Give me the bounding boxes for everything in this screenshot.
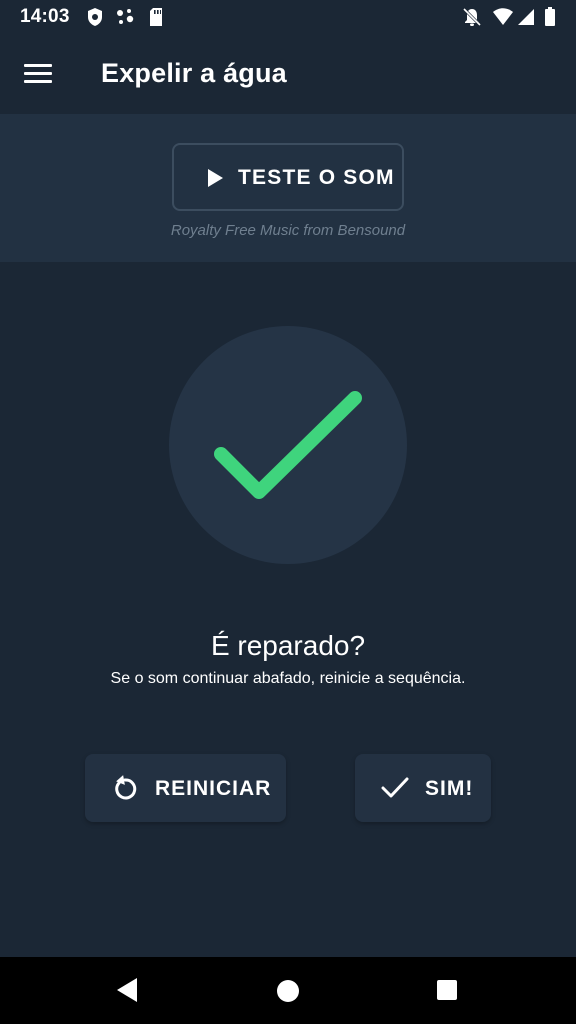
result-circle — [169, 326, 407, 564]
hamburger-menu-icon[interactable] — [24, 62, 54, 86]
status-time: 14:03 — [20, 6, 70, 27]
music-credit: Royalty Free Music from Bensound — [170, 222, 406, 239]
restart-icon — [111, 774, 139, 807]
page-title: Expelir a água — [101, 58, 287, 88]
shield-icon — [86, 7, 104, 32]
result-question: É reparado? — [210, 630, 366, 661]
test-sound-label: TESTE O SOM — [238, 166, 395, 189]
back-icon[interactable] — [116, 977, 138, 1008]
checkmark-icon — [214, 391, 362, 499]
sd-card-icon — [148, 7, 164, 32]
sound-panel: TESTE O SOM Royalty Free Music from Bens… — [0, 114, 576, 262]
test-sound-button[interactable]: TESTE O SOM — [172, 143, 404, 211]
app-bar: Expelir a água — [0, 36, 576, 114]
signal-icon — [517, 7, 535, 32]
wifi-icon — [492, 7, 514, 32]
nav-bar — [0, 957, 576, 1024]
home-icon[interactable] — [276, 979, 300, 1008]
yes-label: SIM! — [425, 777, 474, 800]
battery-icon — [544, 7, 556, 32]
restart-label: REINICIAR — [155, 777, 272, 800]
result-hint: Se o som continuar abafado, reinicie a s… — [110, 670, 466, 687]
check-icon — [381, 776, 409, 805]
assistant-dots-icon — [116, 7, 136, 32]
status-bar: 14:03 — [0, 0, 576, 36]
screen: 14:03 Expelir a água TESTE O SOM Royalty… — [0, 0, 576, 1024]
restart-button[interactable]: REINICIAR — [85, 754, 286, 822]
recents-icon[interactable] — [436, 979, 458, 1006]
notifications-off-icon — [462, 7, 482, 32]
play-icon — [206, 168, 224, 193]
yes-button[interactable]: SIM! — [355, 754, 491, 822]
